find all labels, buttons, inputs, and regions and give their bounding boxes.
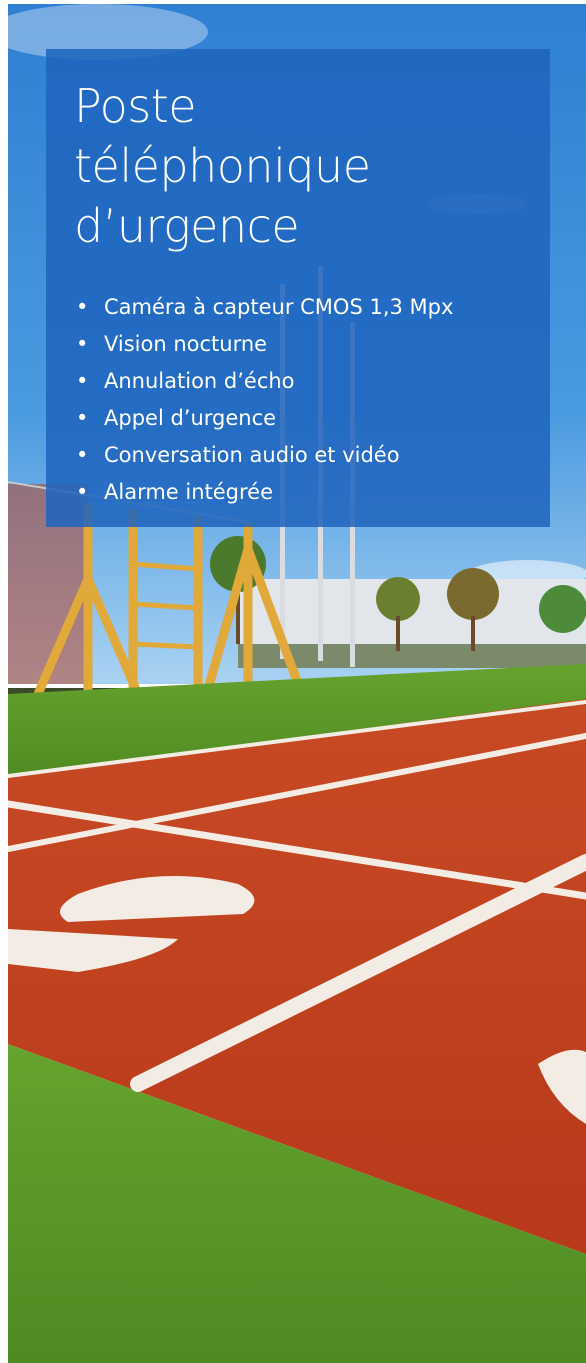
feature-item: Caméra à capteur CMOS 1,3 Mpx [76, 289, 453, 326]
feature-item: Annulation d’écho [76, 363, 453, 400]
title-line: d’urgence [74, 199, 300, 253]
feature-panel: Poste téléphonique d’urgence Caméra à ca… [46, 49, 550, 527]
banner-title: Poste téléphonique d’urgence [74, 76, 534, 256]
feature-item: Alarme intégrée [76, 474, 453, 511]
feature-item: Vision nocturne [76, 326, 453, 363]
feature-list: Caméra à capteur CMOS 1,3 Mpx Vision noc… [76, 289, 453, 511]
feature-item: Appel d’urgence [76, 400, 453, 437]
title-line: Poste [74, 79, 197, 133]
feature-item: Conversation audio et vidéo [76, 437, 453, 474]
title-line: téléphonique [74, 139, 371, 193]
product-banner: Poste téléphonique d’urgence Caméra à ca… [8, 4, 586, 1363]
